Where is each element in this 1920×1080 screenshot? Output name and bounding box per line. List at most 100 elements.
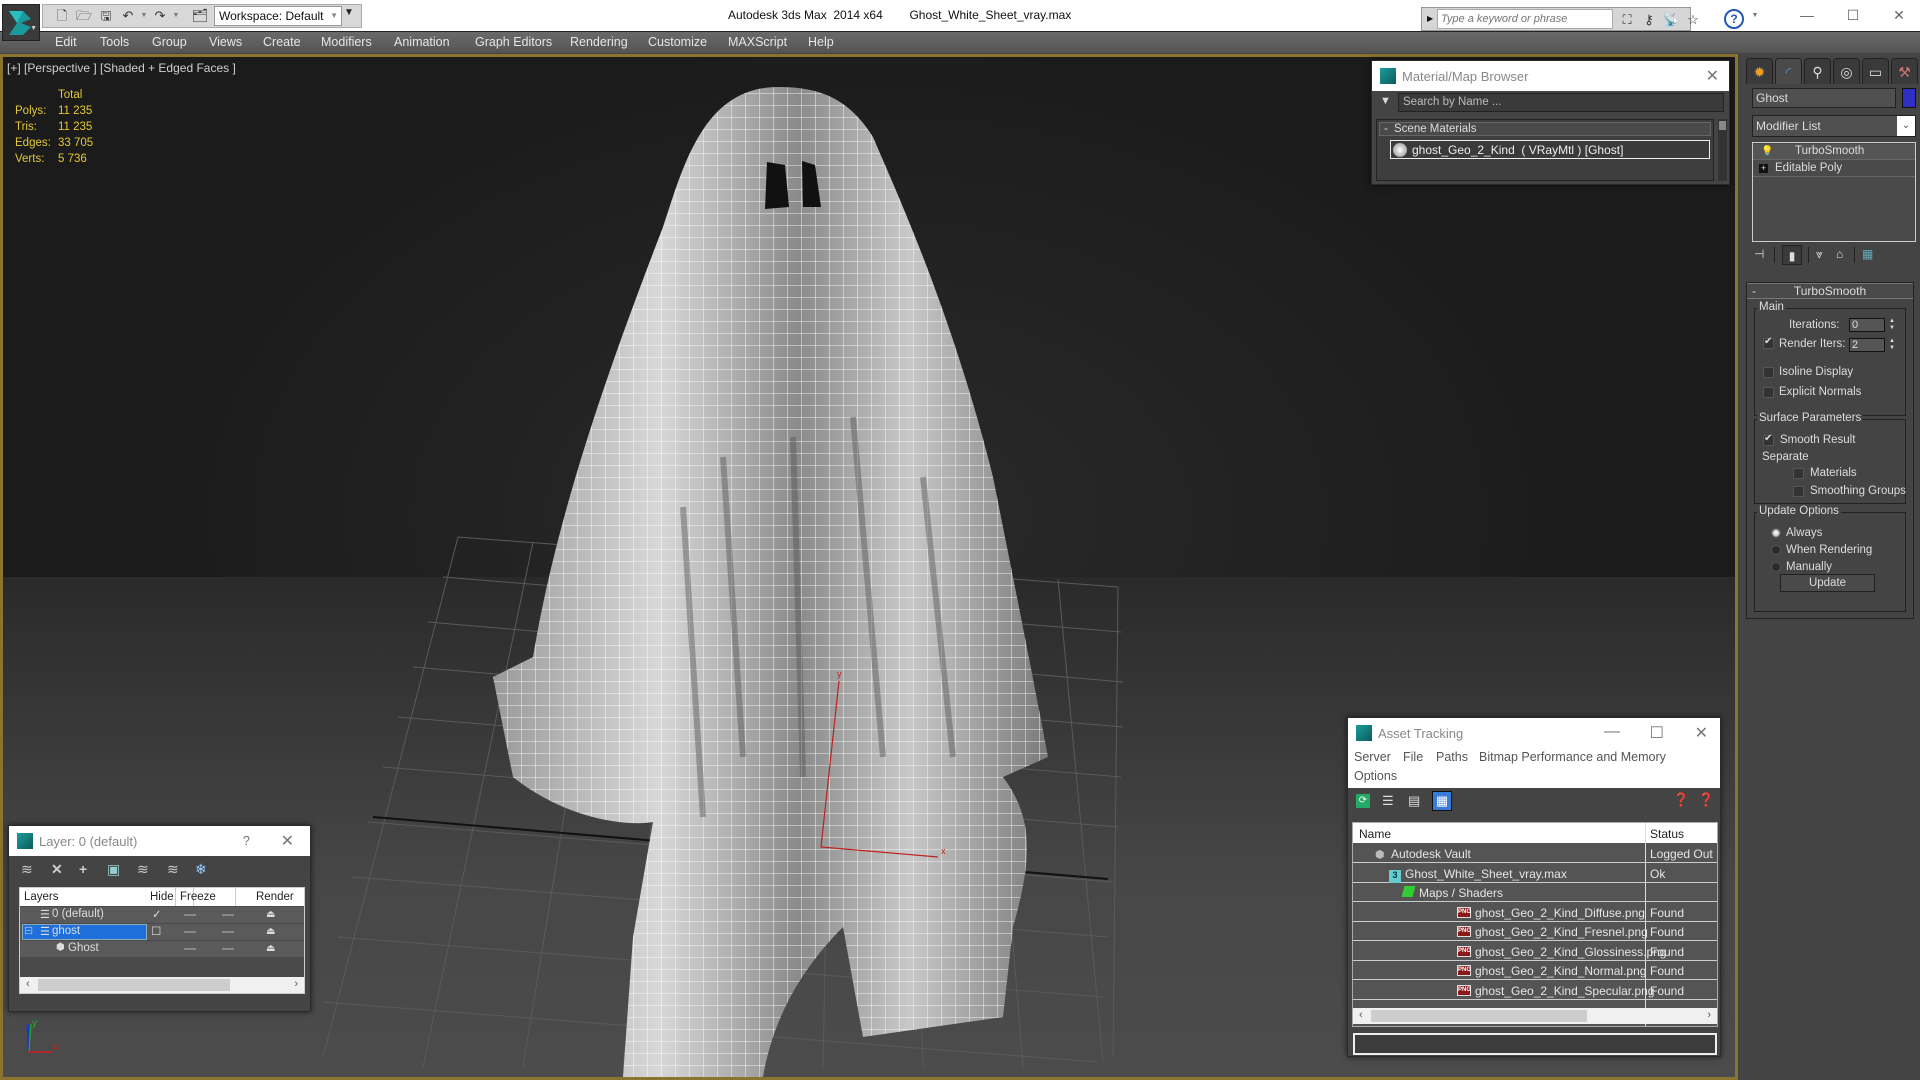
turbosmooth-rollout-header[interactable]: - TurboSmooth bbox=[1746, 283, 1914, 299]
asset-row[interactable]: PNG ghost_Geo_2_Kind_Specular.png Found bbox=[1353, 981, 1717, 1000]
vault-login-icon[interactable]: ❓ bbox=[1673, 792, 1689, 808]
lightbulb-icon[interactable]: 💡 bbox=[1761, 144, 1773, 159]
layer-horizontal-scrollbar[interactable]: ‹ › bbox=[20, 977, 304, 993]
save-file-icon[interactable]: 🖫 bbox=[97, 8, 115, 24]
list-view-icon[interactable]: ☰ bbox=[1382, 793, 1394, 809]
menu-rendering[interactable]: Rendering bbox=[570, 35, 628, 49]
asset-tracking-titlebar[interactable]: Asset Tracking — ☐ ✕ bbox=[1348, 718, 1720, 748]
teapot-render-icon[interactable]: ⏏ bbox=[266, 909, 275, 920]
asset-row[interactable]: ⬢ Autodesk Vault Logged Out bbox=[1353, 844, 1717, 863]
minimize-icon[interactable]: — bbox=[1792, 4, 1822, 26]
select-objects-in-layer-icon[interactable]: ▣ bbox=[107, 861, 120, 878]
isoline-display-checkbox[interactable] bbox=[1763, 367, 1774, 378]
col-layers[interactable]: Layers bbox=[24, 891, 59, 903]
render-iters-spinner-arrows[interactable]: ▲ ▼ bbox=[1887, 338, 1897, 352]
menu-bitmap-performance[interactable]: Bitmap Performance and Memory bbox=[1479, 750, 1666, 764]
layer-row-ghost-object[interactable]: ⬢ Ghost ⏏ bbox=[20, 941, 304, 957]
teapot-render-icon[interactable]: ⏏ bbox=[266, 926, 275, 937]
material-browser-titlebar[interactable]: Material/Map Browser ✕ bbox=[1372, 61, 1729, 91]
separate-smoothing-groups-checkbox[interactable] bbox=[1793, 486, 1804, 497]
group-toggle[interactable]: - bbox=[1384, 123, 1388, 135]
communication-center-icon[interactable]: 📡 bbox=[1662, 12, 1680, 28]
asset-row[interactable]: PNG ghost_Geo_2_Kind_Normal.png Found bbox=[1353, 961, 1717, 980]
menu-server[interactable]: Server bbox=[1354, 750, 1391, 764]
workspace-dropdown[interactable]: Workspace: Default ▼ bbox=[214, 6, 342, 26]
make-unique-icon[interactable]: ⩔ bbox=[1816, 247, 1823, 262]
iterations-spinner[interactable]: 0 bbox=[1849, 318, 1885, 332]
close-icon[interactable]: ✕ bbox=[1695, 723, 1708, 743]
expand-search-icon[interactable]: ▶ bbox=[1427, 14, 1433, 23]
layer-row-ghost[interactable]: ⊟ ☰ ghost ☐ ⏏ bbox=[20, 924, 304, 940]
project-folder-icon[interactable]: 🗂 bbox=[191, 8, 209, 24]
set-current-layer-icon[interactable]: ≋ bbox=[167, 861, 179, 878]
col-status[interactable]: Status bbox=[1650, 827, 1684, 841]
asset-row[interactable]: Maps / Shaders bbox=[1353, 883, 1717, 902]
col-hide[interactable]: Hide bbox=[150, 891, 174, 903]
tab-motion[interactable]: ◎ bbox=[1833, 58, 1860, 84]
object-name-field[interactable]: Ghost bbox=[1752, 88, 1896, 108]
menu-tools[interactable]: Tools bbox=[100, 35, 129, 49]
refresh-icon[interactable]: ⟳ bbox=[1356, 794, 1370, 808]
vault-logout-icon[interactable]: ❓ bbox=[1698, 792, 1714, 808]
modifier-list-dropdown[interactable]: Modifier List ⌄ bbox=[1752, 115, 1916, 137]
close-icon[interactable]: ✕ bbox=[1706, 66, 1719, 86]
redo-dropdown-icon[interactable]: ▼ bbox=[167, 8, 185, 24]
select-layer-icon[interactable]: ≋ bbox=[137, 861, 149, 878]
col-render[interactable]: Render bbox=[256, 891, 294, 903]
menu-help[interactable]: Help bbox=[808, 35, 834, 49]
help-icon[interactable]: ? bbox=[1724, 9, 1744, 29]
current-layer-check[interactable]: ✓ bbox=[152, 907, 162, 921]
update-button[interactable]: Update bbox=[1780, 574, 1875, 592]
col-freeze[interactable]: Freeze bbox=[180, 891, 216, 903]
hide-toggle[interactable] bbox=[184, 931, 196, 933]
menu-group[interactable]: Group bbox=[152, 35, 187, 49]
key-icon[interactable]: ⚷ bbox=[1640, 12, 1658, 28]
delete-layer-icon[interactable]: ✕ bbox=[51, 861, 63, 878]
scroll-right-icon[interactable]: › bbox=[294, 978, 298, 990]
asset-row[interactable]: PNG ghost_Geo_2_Kind_Glossiness.png Found bbox=[1353, 942, 1717, 961]
keyword-search-input[interactable] bbox=[1437, 9, 1613, 29]
freeze-toggle[interactable] bbox=[222, 914, 234, 916]
configure-modifier-sets-icon[interactable]: ▦ bbox=[1862, 247, 1873, 261]
viewport-label-menu[interactable]: [+] [Perspective ] [Shaded + Edged Faces… bbox=[7, 61, 236, 75]
render-iters-checkbox[interactable] bbox=[1763, 336, 1774, 349]
open-file-icon[interactable]: 🗁 bbox=[75, 8, 93, 24]
help-dropdown-icon[interactable]: ▼ bbox=[1746, 12, 1764, 28]
teapot-render-icon[interactable]: ⏏ bbox=[266, 943, 275, 954]
material-list-scrollbar[interactable] bbox=[1718, 119, 1727, 181]
scroll-left-icon[interactable]: ‹ bbox=[26, 978, 30, 990]
current-layer-checkbox[interactable]: ☐ bbox=[151, 924, 161, 938]
material-search-input[interactable]: Search by Name ... bbox=[1398, 93, 1724, 112]
customize-toolbar-icon[interactable]: ▼ bbox=[344, 7, 354, 18]
update-always-radio[interactable] bbox=[1771, 528, 1781, 538]
smooth-result-checkbox[interactable] bbox=[1763, 433, 1774, 446]
asset-horizontal-scrollbar[interactable]: ‹ › bbox=[1353, 1008, 1717, 1024]
tree-view-icon[interactable]: ▤ bbox=[1408, 793, 1420, 809]
maximize-icon[interactable]: ☐ bbox=[1650, 723, 1664, 743]
show-end-result-icon[interactable]: ▮ bbox=[1782, 245, 1802, 265]
expand-plus-icon[interactable]: + bbox=[1759, 164, 1768, 173]
stack-item-turbosmooth[interactable]: 💡 TurboSmooth bbox=[1753, 144, 1915, 160]
col-name[interactable]: Name bbox=[1359, 827, 1391, 841]
close-window-icon[interactable]: ✕ bbox=[1884, 4, 1914, 26]
asset-row[interactable]: PNG ghost_Geo_2_Kind_Fresnel.png Found bbox=[1353, 922, 1717, 941]
new-layer-icon[interactable]: ≋ bbox=[21, 861, 33, 878]
tab-modify[interactable]: ◜ bbox=[1775, 58, 1802, 84]
scroll-right-icon[interactable]: › bbox=[1707, 1009, 1711, 1021]
menu-animation[interactable]: Animation bbox=[394, 35, 450, 49]
remove-modifier-icon[interactable]: ⌂ bbox=[1836, 247, 1843, 261]
iterations-spinner-arrows[interactable]: ▲ ▼ bbox=[1887, 318, 1897, 332]
close-icon[interactable]: ✕ bbox=[281, 831, 294, 851]
maximize-icon[interactable]: ☐ bbox=[1838, 4, 1868, 26]
scene-materials-group[interactable]: - Scene Materials bbox=[1379, 122, 1711, 136]
separate-materials-checkbox[interactable] bbox=[1793, 468, 1804, 479]
menu-graph-editors[interactable]: Graph Editors bbox=[475, 35, 552, 49]
update-manually-radio[interactable] bbox=[1771, 562, 1781, 572]
menu-modifiers[interactable]: Modifiers bbox=[321, 35, 372, 49]
tab-display[interactable]: ▭ bbox=[1862, 58, 1889, 84]
asset-row[interactable]: PNG ghost_Geo_2_Kind_Diffuse.png Found bbox=[1353, 903, 1717, 922]
tab-create[interactable]: ✹ bbox=[1746, 58, 1773, 84]
tab-hierarchy[interactable]: ⚲ bbox=[1804, 58, 1831, 84]
tab-utilities[interactable]: ⚒ bbox=[1891, 58, 1918, 84]
minimize-icon[interactable]: — bbox=[1604, 723, 1620, 741]
